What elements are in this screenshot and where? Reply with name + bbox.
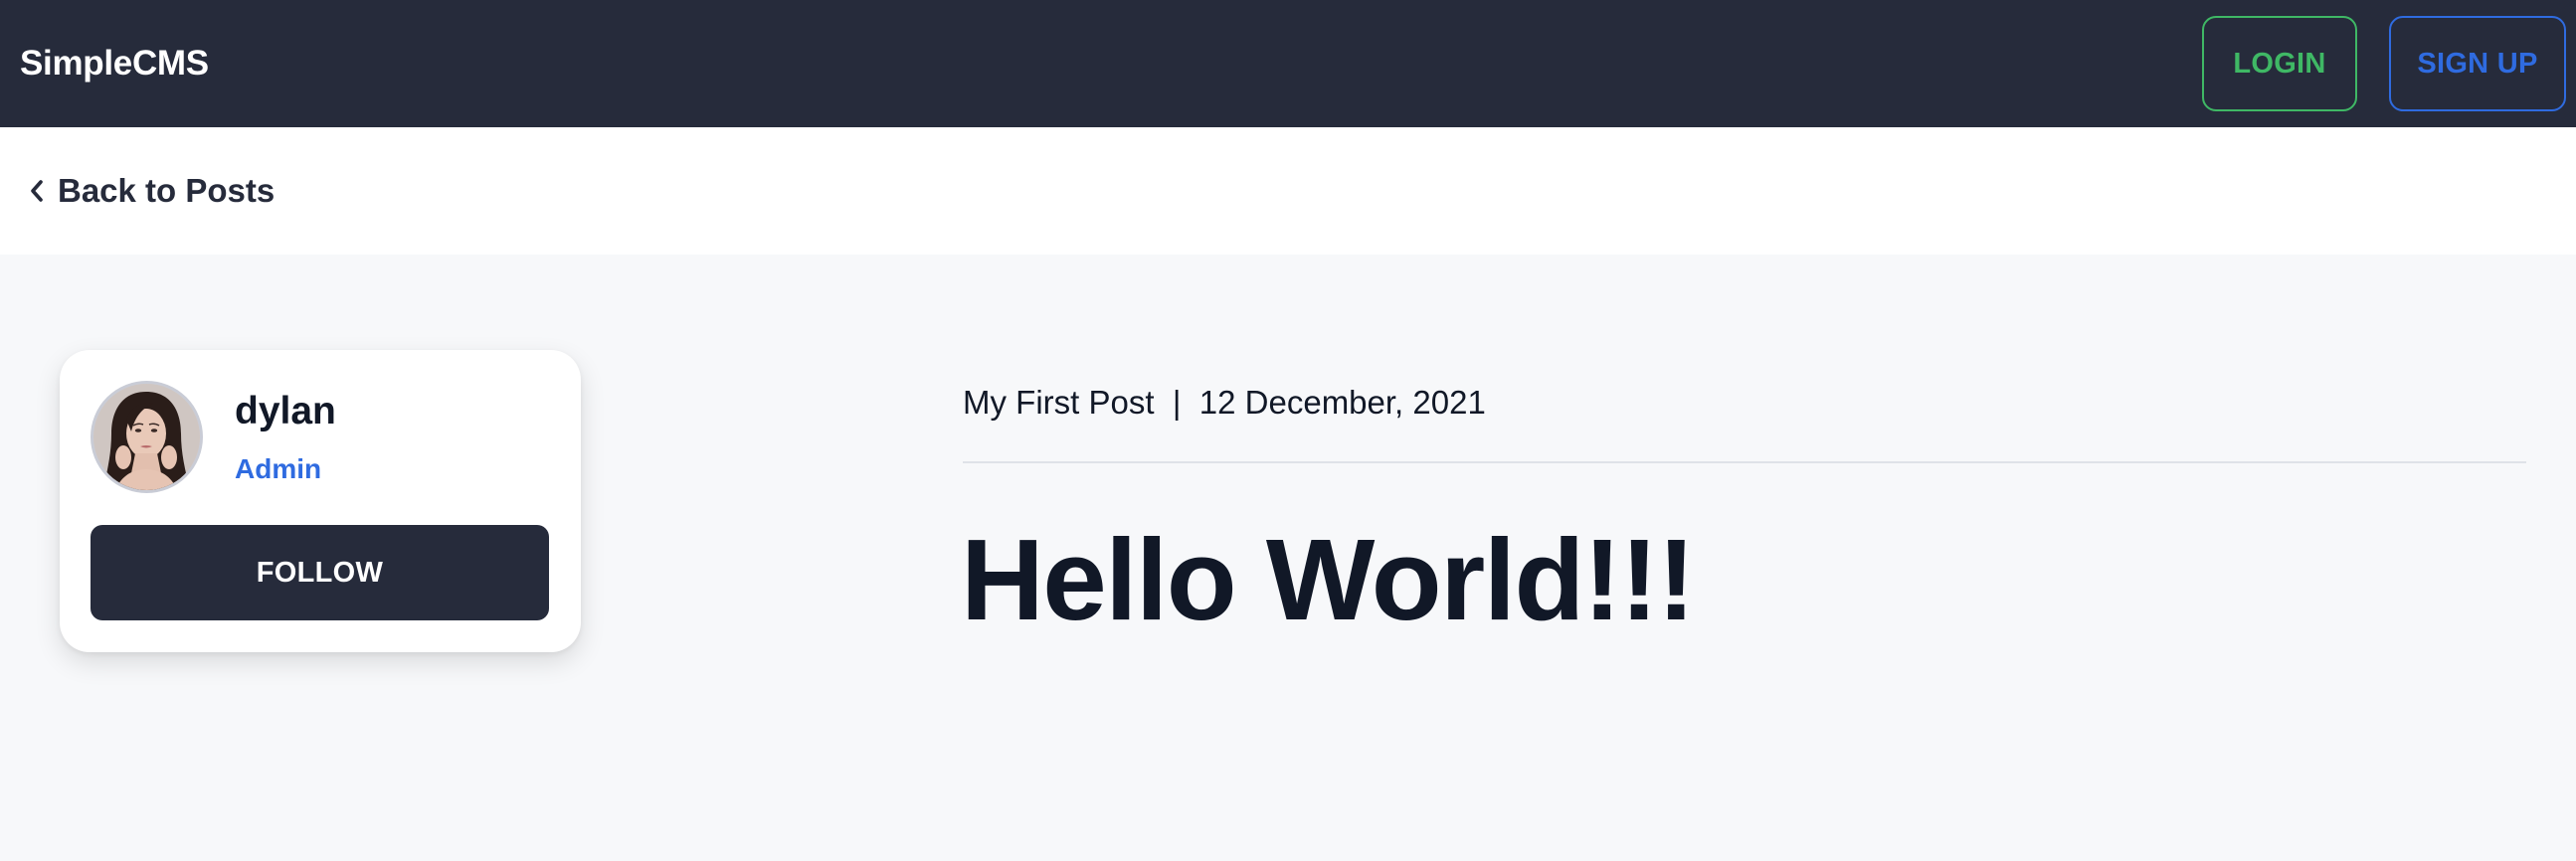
login-button[interactable]: LOGIN — [2202, 16, 2357, 111]
chevron-left-icon — [30, 179, 44, 203]
meta-separator: | — [1172, 384, 1182, 421]
follow-button[interactable]: FOLLOW — [91, 525, 549, 620]
meta-divider — [963, 461, 2526, 463]
author-card: dylan Admin FOLLOW — [60, 350, 581, 652]
post-category: My First Post — [963, 384, 1155, 421]
top-navbar: SimpleCMS LOGIN SIGN UP — [0, 0, 2576, 127]
signup-button[interactable]: SIGN UP — [2389, 16, 2566, 111]
author-role-badge: Admin — [235, 453, 322, 484]
brand-logo[interactable]: SimpleCMS — [20, 0, 209, 127]
post-meta: My First Post | 12 December, 2021 — [963, 384, 1486, 422]
back-to-posts-label: Back to Posts — [58, 172, 276, 209]
back-bar: Back to Posts — [0, 127, 2576, 255]
post-title: Hello World!!! — [961, 515, 1696, 644]
back-to-posts-link[interactable]: Back to Posts — [30, 127, 275, 255]
author-name[interactable]: dylan — [235, 390, 336, 433]
post-date: 12 December, 2021 — [1198, 384, 1486, 421]
author-avatar[interactable] — [91, 381, 203, 493]
